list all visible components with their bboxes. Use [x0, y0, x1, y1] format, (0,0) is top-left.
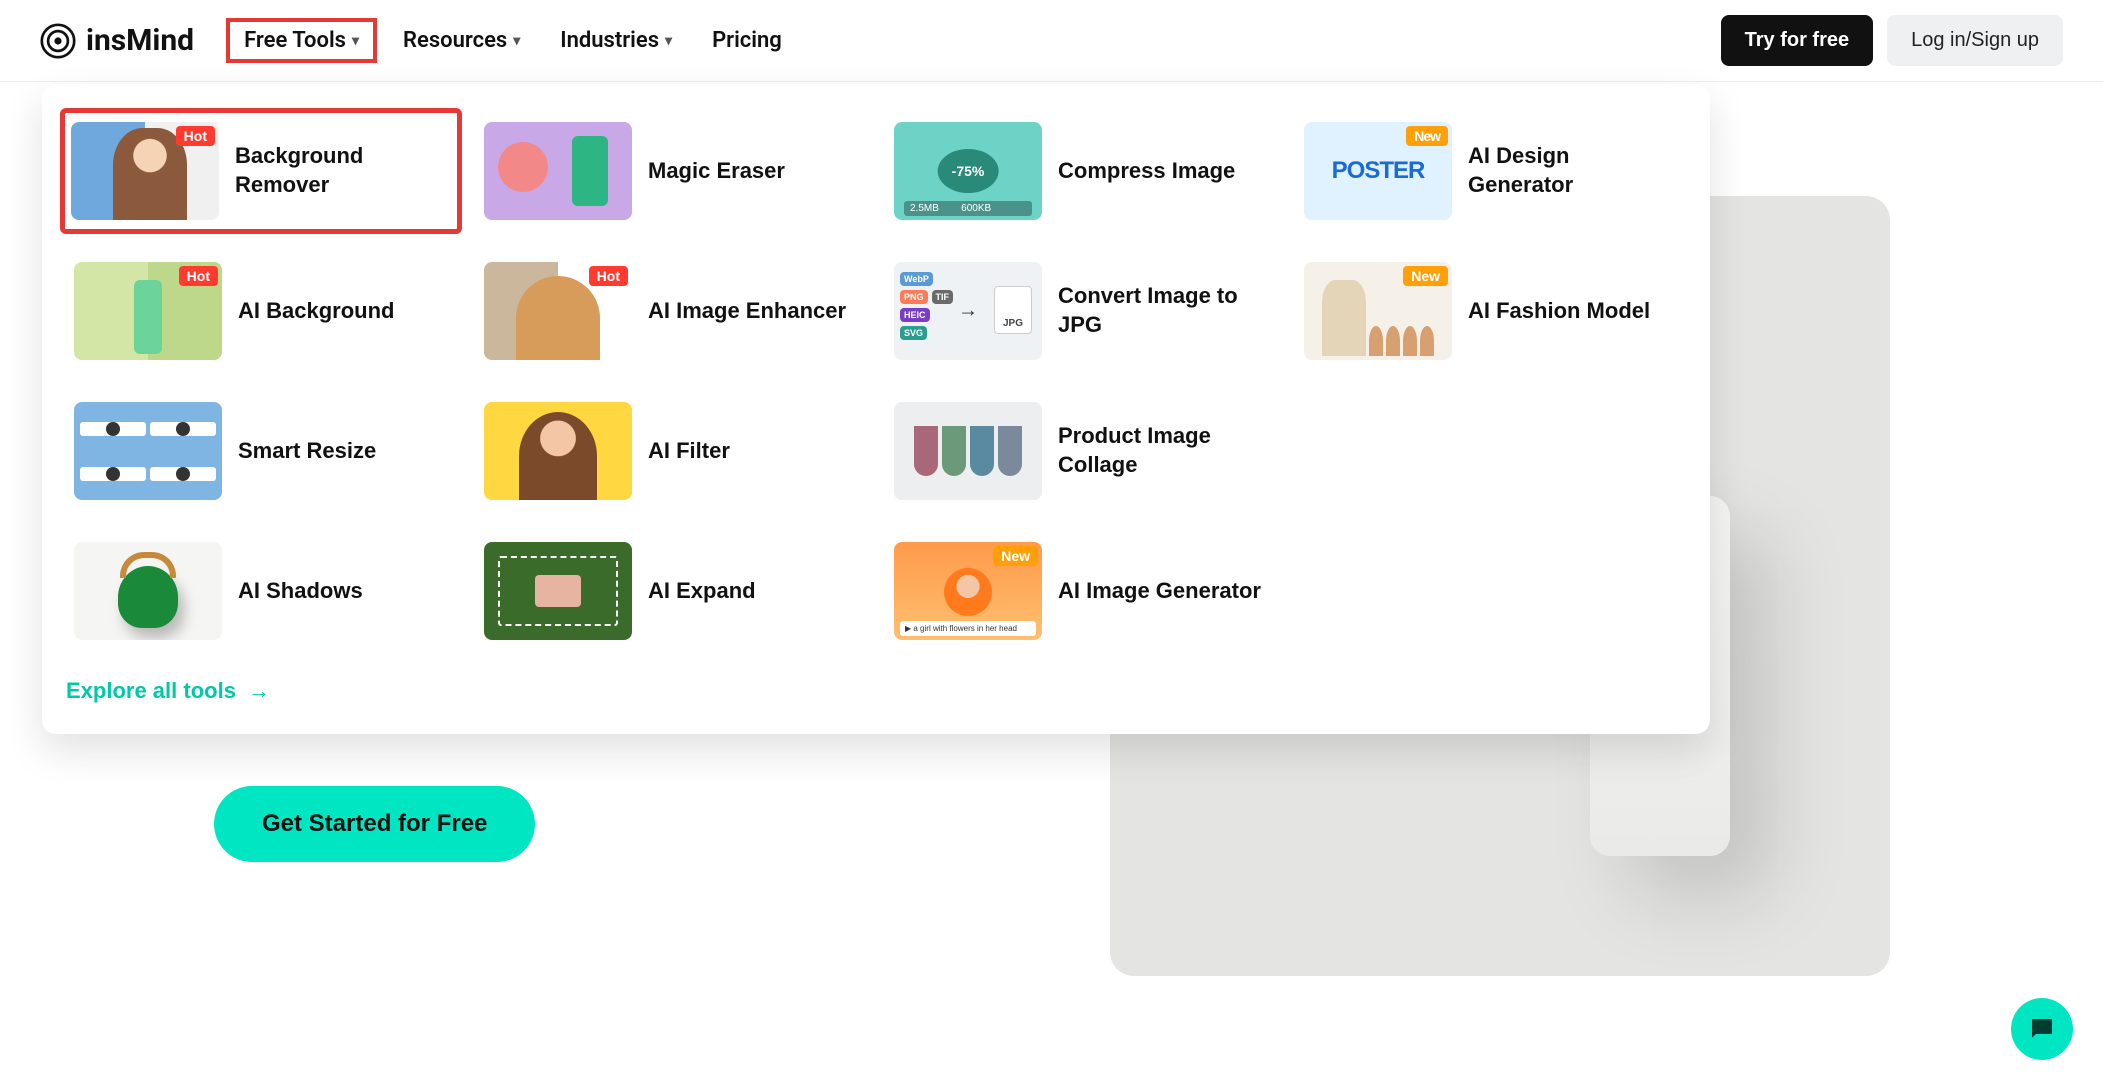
chevron-down-icon: ▾ [513, 33, 520, 49]
explore-all-tools-link[interactable]: Explore all tools → [66, 678, 270, 704]
tool-label: AI Image Enhancer [648, 297, 846, 326]
tool-thumb: POSTERNew [1304, 122, 1452, 220]
tool-convert[interactable]: WebPPNGTIFHEICSVG→JPG Convert Image to JP… [886, 254, 1276, 368]
tool-label: Convert Image to JPG [1058, 282, 1268, 339]
chevron-down-icon: ▾ [352, 33, 359, 49]
logo[interactable]: insMind [40, 23, 194, 59]
tool-expand[interactable]: AI Expand [476, 534, 866, 648]
tool-aiimg[interactable]: New AI Image Generator [886, 534, 1276, 648]
hot-badge: Hot [179, 266, 218, 286]
explore-label: Explore all tools [66, 678, 236, 704]
tool-thumb: New [1304, 262, 1452, 360]
tool-label: AI Fashion Model [1468, 297, 1650, 326]
nav-pricing-label: Pricing [712, 28, 782, 53]
chat-icon [2027, 1014, 2057, 1044]
new-badge: New [1403, 266, 1448, 286]
new-badge: New [993, 546, 1038, 566]
tool-design[interactable]: POSTERNew AI Design Generator [1296, 114, 1686, 228]
tool-label: Smart Resize [238, 437, 376, 466]
tool-label: AI Filter [648, 437, 730, 466]
login-signup-button[interactable]: Log in/Sign up [1887, 15, 2063, 66]
tool-label: Product Image Collage [1058, 422, 1268, 479]
tool-label: Background Remover [235, 142, 451, 199]
tool-label: Compress Image [1058, 157, 1235, 186]
hot-badge: Hot [176, 126, 215, 146]
nav-industries-label: Industries [560, 28, 659, 53]
nav-pricing[interactable]: Pricing [712, 28, 782, 53]
arrow-right-icon: → [248, 678, 270, 704]
tool-label: AI Background [238, 297, 394, 326]
tool-enhance[interactable]: Hot AI Image Enhancer [476, 254, 866, 368]
tool-filter[interactable]: AI Filter [476, 394, 866, 508]
tool-label: AI Expand [648, 577, 756, 606]
free-tools-dropdown: Hot Background Remover Magic Eraser Compres… [42, 84, 1710, 734]
tool-label: AI Shadows [238, 577, 363, 606]
tool-thumb [894, 402, 1042, 500]
nav-resources[interactable]: Resources ▾ [403, 28, 520, 53]
tool-thumb: Hot [74, 262, 222, 360]
new-badge: New [1406, 126, 1448, 146]
tool-shadow[interactable]: AI Shadows [66, 534, 456, 648]
tool-thumb: New [894, 542, 1042, 640]
tool-label: Magic Eraser [648, 157, 785, 186]
tool-thumb: WebPPNGTIFHEICSVG→JPG [894, 262, 1042, 360]
chevron-down-icon: ▾ [665, 33, 672, 49]
tool-aibg[interactable]: Hot AI Background [66, 254, 456, 368]
tool-label: AI Design Generator [1468, 142, 1678, 199]
hot-badge: Hot [589, 266, 628, 286]
tool-thumb [894, 122, 1042, 220]
main-nav: Free Tools ▾ Resources ▾ Industries ▾ Pr… [240, 24, 782, 57]
tools-grid: Hot Background Remover Magic Eraser Compres… [66, 114, 1686, 648]
try-for-free-button[interactable]: Try for free [1721, 15, 1873, 66]
tool-thumb [74, 542, 222, 640]
tool-thumb: Hot [71, 122, 219, 220]
tool-thumb [74, 402, 222, 500]
topbar: insMind Free Tools ▾ Resources ▾ Industr… [0, 0, 2103, 82]
nav-industries[interactable]: Industries ▾ [560, 28, 672, 53]
logo-text: insMind [86, 23, 194, 58]
tool-thumb [484, 122, 632, 220]
tool-compress[interactable]: Compress Image [886, 114, 1276, 228]
tool-magic[interactable]: Magic Eraser [476, 114, 866, 228]
tool-label: AI Image Generator [1058, 577, 1261, 606]
nav-free-tools[interactable]: Free Tools ▾ [226, 18, 377, 63]
tool-thumb [484, 542, 632, 640]
tool-thumb: Hot [484, 262, 632, 360]
tool-bgremove[interactable]: Hot Background Remover [60, 108, 462, 234]
nav-free-tools-label: Free Tools [244, 28, 346, 53]
chat-fab[interactable] [2011, 998, 2073, 1060]
tool-collage[interactable]: Product Image Collage [886, 394, 1276, 508]
nav-resources-label: Resources [403, 28, 507, 53]
tool-thumb [484, 402, 632, 500]
tool-resize[interactable]: Smart Resize [66, 394, 456, 508]
auth-actions: Try for free Log in/Sign up [1721, 15, 2063, 66]
logo-icon [40, 23, 76, 59]
tool-fashion[interactable]: New AI Fashion Model [1296, 254, 1686, 368]
get-started-button[interactable]: Get Started for Free [214, 786, 535, 862]
